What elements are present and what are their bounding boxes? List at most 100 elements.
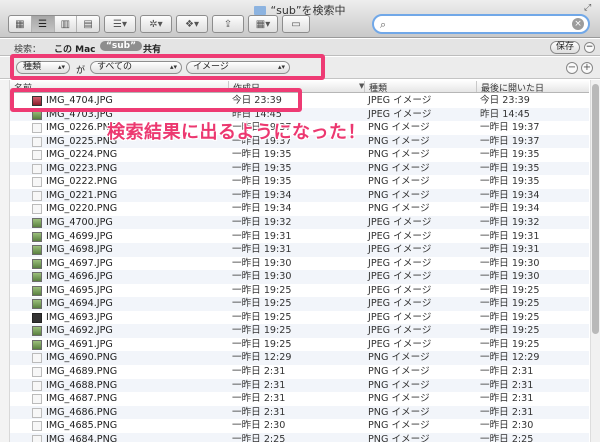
file-kind: JPEG イメージ [368, 325, 432, 337]
view-mode-group: ▦ ☰ ▥ ▤ [8, 15, 100, 33]
file-date: 一昨日 19:34 [232, 189, 292, 201]
file-kind: PNG イメージ [368, 406, 430, 418]
file-thumbnail-icon [32, 326, 42, 337]
file-date: 一昨日 19:25 [232, 338, 292, 350]
file-thumbnail-icon [32, 190, 42, 201]
file-row[interactable]: IMG_4699.JPG 一昨日 19:31 JPEG イメージ 一昨日 19:31 [10, 230, 589, 244]
file-date: 一昨日 2:31 [232, 379, 286, 391]
file-name: IMG_4688.PNG [46, 379, 118, 391]
list-view-button[interactable]: ☰ [31, 16, 55, 32]
column-last-opened[interactable]: 最後に開いた日 [476, 81, 544, 94]
file-kind: JPEG イメージ [368, 298, 432, 310]
file-last-opened: 一昨日 19:37 [480, 122, 540, 134]
file-row[interactable]: IMG_4689.PNG 一昨日 2:31 PNG イメージ 一昨日 2:31 [10, 365, 589, 379]
column-view-button[interactable]: ▥ [55, 16, 78, 32]
file-name: IMG_4698.JPG [46, 244, 113, 256]
grid-menu-button[interactable]: ▦▾ [248, 15, 278, 33]
file-kind: JPEG イメージ [368, 257, 432, 269]
file-kind: PNG イメージ [368, 149, 430, 161]
file-name: IMG_4691.JPG [46, 338, 113, 350]
remove-scope-button[interactable]: − [584, 42, 595, 53]
file-thumbnail-icon [32, 163, 42, 174]
save-search-button[interactable]: 保存 [550, 41, 580, 54]
file-row[interactable]: IMG_4684.PNG 一昨日 2:25 PNG イメージ 一昨日 2:25 [10, 432, 589, 442]
arrange-button[interactable]: ☰▾ [104, 15, 136, 33]
file-date: 一昨日 19:25 [232, 298, 292, 310]
file-name: IMG_4689.PNG [46, 366, 118, 377]
search-field[interactable]: ⌕ × [372, 14, 590, 34]
file-kind: JPEG イメージ [368, 108, 432, 120]
file-row[interactable]: IMG_4692.JPG 一昨日 19:25 JPEG イメージ 一昨日 19:25 [10, 324, 589, 338]
file-row[interactable]: IMG_4698.JPG 一昨日 19:31 JPEG イメージ 一昨日 19:31 [10, 243, 589, 257]
file-row[interactable]: IMG_4693.JPG 一昨日 19:25 JPEG イメージ 一昨日 19:25 [10, 311, 589, 325]
file-row[interactable]: IMG_4694.JPG 一昨日 19:25 JPEG イメージ 一昨日 19:25 [10, 297, 589, 311]
file-thumbnail-icon [32, 217, 42, 228]
file-date: 一昨日 19:25 [232, 325, 292, 337]
file-kind: JPEG イメージ [368, 230, 432, 242]
title-toolbar: “sub”を検索中 ⤢ ▦ ☰ ▥ ▤ ☰▾ ✲▾ ❖▾ ⇪ ▦▾ ▭ ⌕ × [0, 0, 600, 38]
file-date: 一昨日 19:31 [232, 230, 292, 242]
file-kind: PNG イメージ [368, 203, 430, 215]
file-last-opened: 一昨日 2:25 [480, 433, 534, 442]
file-date: 一昨日 19:35 [232, 162, 292, 174]
file-last-opened: 一昨日 2:30 [480, 420, 534, 432]
file-kind: JPEG イメージ [368, 311, 432, 323]
add-criteria-button[interactable]: + [581, 62, 593, 74]
file-name: IMG_4692.JPG [46, 325, 113, 337]
file-thumbnail-icon [32, 150, 42, 161]
remove-criteria-button[interactable]: − [566, 62, 578, 74]
file-row[interactable]: IMG_4700.JPG 一昨日 19:32 JPEG イメージ 一昨日 19:32 [10, 215, 589, 230]
file-row[interactable]: IMG_4697.JPG 一昨日 19:30 JPEG イメージ 一昨日 19:30 [10, 257, 589, 271]
file-thumbnail-icon [32, 272, 42, 283]
file-kind: JPEG イメージ [368, 216, 432, 228]
file-date: 一昨日 19:35 [232, 176, 292, 188]
file-last-opened: 一昨日 19:30 [480, 271, 540, 283]
file-kind: PNG イメージ [368, 393, 430, 405]
fullscreen-icon[interactable]: ⤢ [584, 3, 594, 13]
file-kind: PNG イメージ [368, 189, 430, 201]
file-thumbnail-icon [32, 123, 42, 134]
file-row[interactable]: IMG_4686.PNG 一昨日 2:31 PNG イメージ 一昨日 2:31 [10, 405, 589, 420]
file-row[interactable]: IMG_0223.PNG 一昨日 19:35 PNG イメージ 一昨日 19:35 [10, 161, 589, 176]
tag-button[interactable]: ▭ [282, 15, 310, 33]
file-row[interactable]: IMG_4690.PNG 一昨日 12:29 PNG イメージ 一昨日 12:29 [10, 351, 589, 365]
file-kind: JPEG イメージ [368, 95, 432, 106]
file-last-opened: 一昨日 19:25 [480, 284, 540, 296]
file-row[interactable]: IMG_0221.PNG 一昨日 19:34 PNG イメージ 一昨日 19:34 [10, 188, 589, 203]
left-gutter [0, 80, 10, 442]
file-name: IMG_4684.PNG [46, 433, 118, 442]
coverflow-view-button[interactable]: ▤ [77, 16, 99, 32]
dropbox-button[interactable]: ❖▾ [176, 15, 208, 33]
scrollbar-thumb[interactable] [592, 84, 599, 334]
file-last-opened: 一昨日 19:35 [480, 162, 540, 174]
file-thumbnail-icon [32, 245, 42, 256]
clear-search-icon[interactable]: × [572, 18, 584, 30]
share-button[interactable]: ⇪ [212, 15, 244, 33]
file-thumbnail-icon [32, 421, 42, 432]
share-icon: ⇪ [223, 18, 233, 30]
file-name: IMG_0224.PNG [46, 149, 118, 161]
file-row[interactable]: IMG_4695.JPG 一昨日 19:25 JPEG イメージ 一昨日 19:25 [10, 284, 589, 298]
file-last-opened: 一昨日 19:35 [480, 176, 540, 188]
file-thumbnail-icon [32, 258, 42, 269]
file-row[interactable]: IMG_0224.PNG 一昨日 19:35 PNG イメージ 一昨日 19:35 [10, 148, 589, 162]
file-last-opened: 一昨日 19:32 [480, 216, 540, 228]
file-row[interactable]: IMG_4685.PNG 一昨日 2:30 PNG イメージ 一昨日 2:30 [10, 419, 589, 433]
file-kind: PNG イメージ [368, 366, 430, 377]
highlight-result-box [10, 88, 302, 112]
icon-view-button[interactable]: ▦ [9, 16, 32, 32]
file-name: IMG_4697.JPG [46, 257, 113, 269]
file-last-opened: 一昨日 19:25 [480, 298, 540, 310]
file-row[interactable]: IMG_4696.JPG 一昨日 19:30 JPEG イメージ 一昨日 19:30 [10, 270, 589, 284]
scope-selected-folder[interactable]: “sub” [100, 41, 143, 51]
file-row[interactable]: IMG_4691.JPG 一昨日 19:25 JPEG イメージ 一昨日 19:25 [10, 338, 589, 352]
file-kind: PNG イメージ [368, 379, 430, 391]
file-row[interactable]: IMG_0220.PNG 一昨日 19:34 PNG イメージ 一昨日 19:34 [10, 202, 589, 216]
action-button[interactable]: ✲▾ [140, 15, 172, 33]
file-row[interactable]: IMG_0222.PNG 一昨日 19:35 PNG イメージ 一昨日 19:35 [10, 175, 589, 189]
dropbox-icon: ❖▾ [185, 18, 199, 30]
file-row[interactable]: IMG_4688.PNG 一昨日 2:31 PNG イメージ 一昨日 2:31 [10, 378, 589, 393]
file-row[interactable]: IMG_4687.PNG 一昨日 2:31 PNG イメージ 一昨日 2:31 [10, 392, 589, 406]
column-kind[interactable]: 種類 [364, 81, 387, 94]
vertical-scrollbar[interactable] [590, 80, 600, 442]
